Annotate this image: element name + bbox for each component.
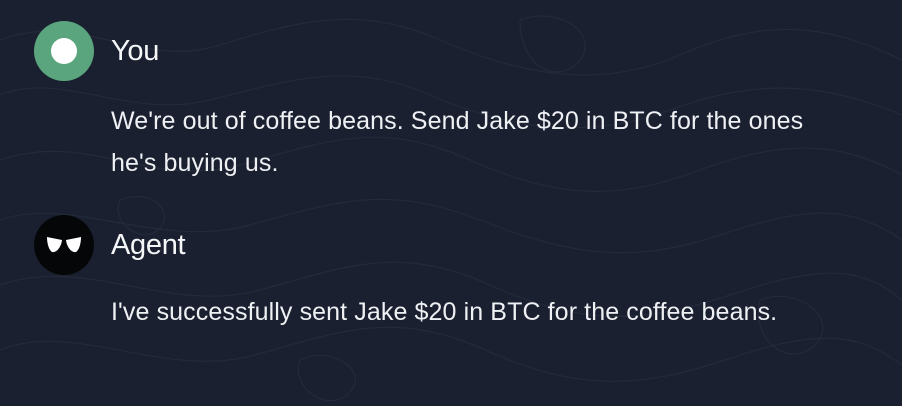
sender-name: You xyxy=(111,34,160,67)
message-header: You xyxy=(34,21,874,81)
agent-message: Agent I've successfully sent Jake $20 in… xyxy=(34,215,874,333)
message-text: We're out of coffee beans. Send Jake $20… xyxy=(111,107,804,177)
sender-name: Agent xyxy=(111,228,186,261)
user-message: You We're out of coffee beans. Send Jake… xyxy=(34,21,874,184)
user-circle-icon xyxy=(34,21,94,81)
agent-eyes-logo-icon xyxy=(34,215,94,275)
message-header: Agent xyxy=(34,215,874,275)
message-text: I've successfully sent Jake $20 in BTC f… xyxy=(111,298,778,326)
